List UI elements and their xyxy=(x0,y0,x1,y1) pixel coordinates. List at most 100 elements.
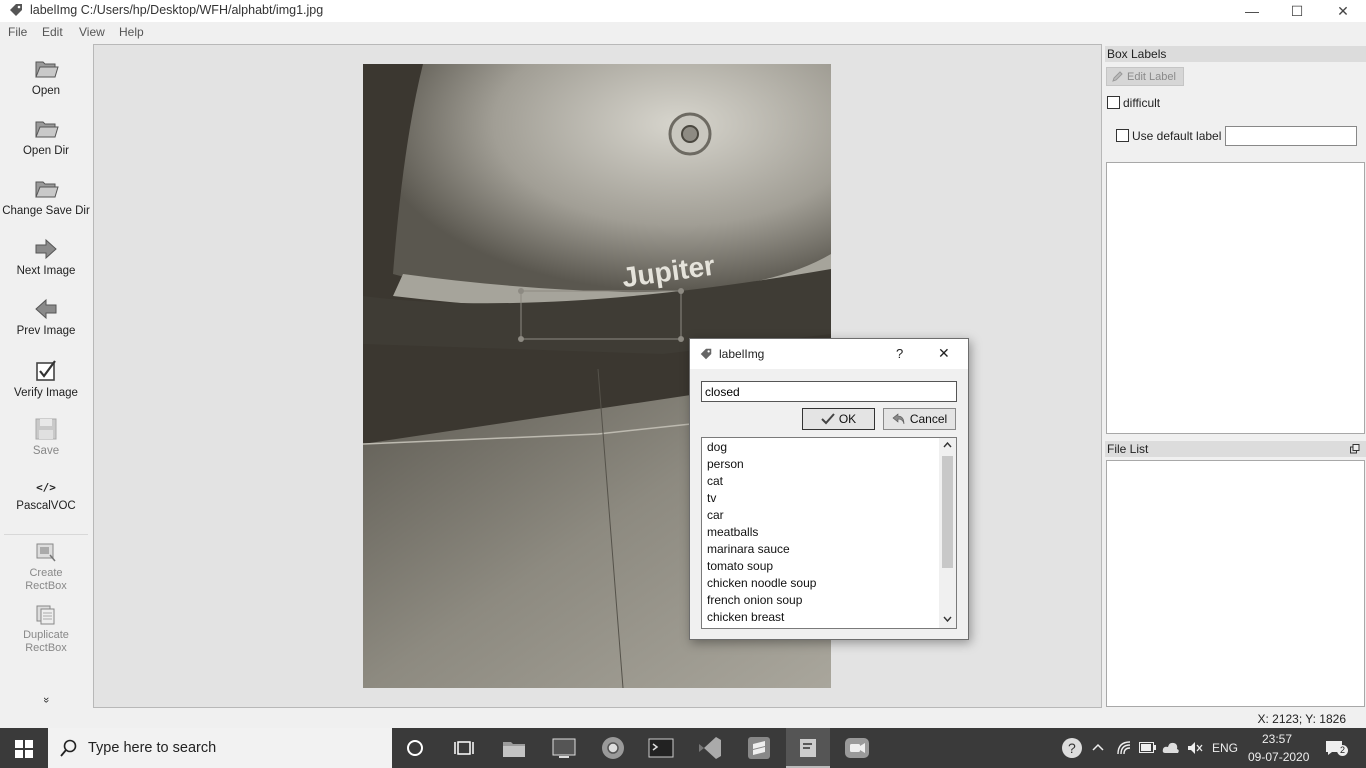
list-item[interactable]: dog xyxy=(707,440,727,454)
vscode-icon[interactable] xyxy=(696,734,724,762)
labelimg-taskbar-button[interactable] xyxy=(786,728,830,768)
difficult-label: difficult xyxy=(1123,96,1161,110)
file-list-header: File List xyxy=(1105,441,1366,457)
onedrive-cloud-icon[interactable] xyxy=(1162,740,1180,756)
status-bar: X: 2123; Y: 1826 xyxy=(0,708,1366,728)
duplicate-label: Duplicate xyxy=(23,629,69,641)
list-item[interactable]: chicken breast xyxy=(707,610,784,624)
dialog-title: labelImg xyxy=(719,347,765,361)
volume-muted-icon[interactable] xyxy=(1187,740,1203,756)
file-explorer-icon[interactable] xyxy=(500,734,528,762)
chevron-up-icon[interactable] xyxy=(943,442,952,448)
verify-image-label: Verify Image xyxy=(14,387,78,399)
open-dir-label: Open Dir xyxy=(22,145,70,157)
verify-image-button[interactable]: Verify Image xyxy=(0,358,92,399)
language-indicator[interactable]: ENG xyxy=(1212,741,1238,755)
duplicate-icon xyxy=(36,605,55,625)
battery-icon[interactable] xyxy=(1139,742,1157,753)
list-item[interactable]: marinara sauce xyxy=(707,542,790,556)
list-scrollbar[interactable] xyxy=(939,438,956,628)
box-labels-list[interactable] xyxy=(1106,162,1365,434)
menu-view[interactable]: View xyxy=(79,25,105,39)
monitor-app-icon[interactable] xyxy=(550,734,578,762)
close-window-button[interactable]: ✕ xyxy=(1320,0,1366,22)
undo-arrow-icon xyxy=(892,413,905,425)
help-circle-icon[interactable]: ? xyxy=(1061,737,1083,759)
edit-label-button[interactable]: Edit Label xyxy=(1106,67,1184,86)
menu-edit[interactable]: Edit xyxy=(42,25,63,39)
wifi-icon[interactable] xyxy=(1116,740,1132,756)
use-default-label-checkbox[interactable] xyxy=(1116,129,1129,142)
list-item[interactable]: tv xyxy=(707,491,716,505)
maximize-button[interactable]: ☐ xyxy=(1274,0,1320,22)
prev-image-button[interactable]: Prev Image xyxy=(0,296,92,337)
arrow-right-icon xyxy=(35,238,57,260)
list-item[interactable]: person xyxy=(707,457,744,471)
cortana-icon[interactable] xyxy=(406,739,424,757)
chrome-icon[interactable] xyxy=(599,734,627,762)
open-dir-button[interactable]: Open Dir xyxy=(0,116,92,157)
duplicate-rectbox-button[interactable]: Duplicate RectBox xyxy=(0,604,92,655)
chevron-up-icon[interactable] xyxy=(1092,743,1104,751)
window-title: labelImg C:/Users/hp/Desktop/WFH/alphabt… xyxy=(30,3,324,17)
pascalvoc-label: PascalVOC xyxy=(16,500,76,512)
list-item[interactable]: car xyxy=(707,508,724,522)
minimize-button[interactable]: — xyxy=(1229,0,1275,22)
ok-button[interactable]: OK xyxy=(802,408,875,430)
title-bar: labelImg C:/Users/hp/Desktop/WFH/alphabt… xyxy=(0,0,1366,22)
task-view-icon[interactable] xyxy=(454,739,474,757)
rectbox-label: RectBox xyxy=(25,580,67,592)
floppy-disk-icon xyxy=(35,418,57,440)
list-item[interactable]: french onion soup xyxy=(707,593,802,607)
toolbar-more-button[interactable]: » xyxy=(40,695,52,705)
float-dock-icon[interactable] xyxy=(1350,444,1360,454)
box-labels-header: Box Labels xyxy=(1105,46,1366,62)
cancel-label: Cancel xyxy=(909,412,948,426)
list-item[interactable]: meatballs xyxy=(707,525,758,539)
file-list[interactable] xyxy=(1106,460,1365,707)
cancel-button[interactable]: Cancel xyxy=(883,408,956,430)
next-image-button[interactable]: Next Image xyxy=(0,236,92,277)
cursor-coordinates: X: 2123; Y: 1826 xyxy=(1257,712,1346,726)
label-list[interactable]: dog person cat tv car meatballs marinara… xyxy=(701,437,957,629)
clock-date[interactable]: 09-07-2020 xyxy=(1248,750,1309,764)
arrow-left-icon xyxy=(35,298,57,320)
label-input[interactable] xyxy=(701,381,957,402)
change-save-dir-button[interactable]: Change Save Dir xyxy=(0,176,92,217)
menu-help[interactable]: Help xyxy=(119,25,144,39)
maximize-icon: ☐ xyxy=(1290,2,1304,19)
file-list-title: File List xyxy=(1107,442,1149,456)
app-tag-icon xyxy=(700,348,712,360)
chevron-down-icon[interactable] xyxy=(943,616,952,622)
folder-icon xyxy=(35,181,59,198)
chevron-double-down-icon: » xyxy=(40,696,52,704)
windows-start-icon[interactable] xyxy=(15,740,33,758)
taskbar-search-box[interactable]: Type here to search xyxy=(48,728,392,768)
check-icon xyxy=(821,413,835,425)
right-dock: Box Labels Edit Label difficult Use defa… xyxy=(1104,44,1366,708)
open-button[interactable]: Open xyxy=(0,56,92,97)
use-default-label-label: Use default label xyxy=(1132,129,1222,143)
folder-icon xyxy=(35,121,59,138)
dialog-title-bar: labelImg ? ✕ xyxy=(690,339,968,369)
save-button[interactable]: Save xyxy=(0,416,92,457)
ok-label: OK xyxy=(838,412,857,426)
dialog-close-icon[interactable]: ✕ xyxy=(938,345,950,362)
list-item[interactable]: cat xyxy=(707,474,723,488)
terminal-icon[interactable] xyxy=(647,734,675,762)
notifications-button[interactable]: 2 xyxy=(1325,738,1348,758)
sublime-text-icon[interactable] xyxy=(745,734,773,762)
list-item[interactable]: tomato soup xyxy=(707,559,773,573)
menu-file[interactable]: File xyxy=(8,25,27,39)
scrollbar-thumb[interactable] xyxy=(942,456,953,568)
search-placeholder: Type here to search xyxy=(88,740,217,756)
zoom-video-icon[interactable] xyxy=(843,734,871,762)
pascalvoc-format-button[interactable]: </> PascalVOC xyxy=(0,480,92,512)
list-item[interactable]: chicken noodle soup xyxy=(707,576,816,590)
default-label-input[interactable] xyxy=(1225,126,1357,146)
help-icon[interactable]: ? xyxy=(896,346,903,361)
create-rectbox-button[interactable]: Create RectBox xyxy=(0,542,92,593)
clock-time[interactable]: 23:57 xyxy=(1262,732,1292,746)
create-rect-icon xyxy=(36,543,56,562)
difficult-checkbox[interactable] xyxy=(1107,96,1120,109)
